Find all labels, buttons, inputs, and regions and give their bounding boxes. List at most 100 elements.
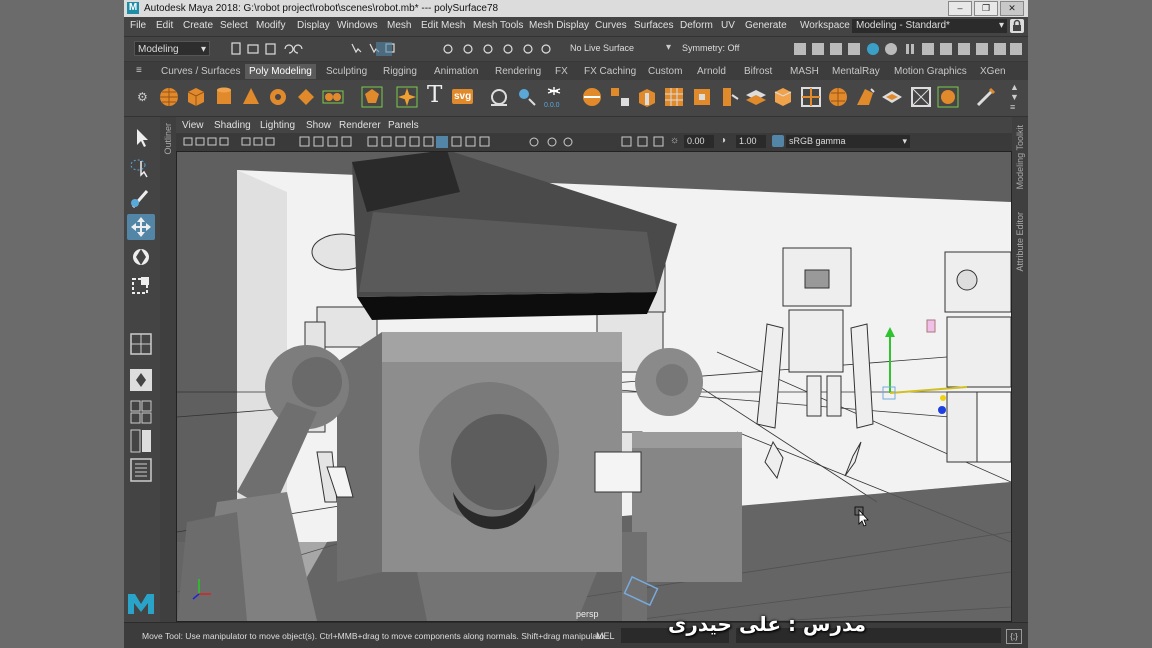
tab-custom[interactable]: Custom [648, 66, 682, 77]
minimize-button[interactable]: – [948, 1, 972, 16]
smooth-icon[interactable]: 0.0.0 [542, 85, 566, 109]
append-icon[interactable] [662, 85, 686, 109]
poly-cylinder-icon[interactable] [212, 85, 236, 109]
tab-xgen[interactable]: XGen [980, 66, 1006, 77]
panel-menu-panels[interactable]: Panels [388, 120, 419, 131]
tab-poly-modeling[interactable]: Poly Modeling [245, 64, 316, 79]
gear-icon[interactable]: ⚙ [137, 90, 148, 104]
menu-mesh[interactable]: Mesh [387, 20, 411, 31]
offset-edge-loop-icon[interactable] [771, 85, 795, 109]
tab-rendering[interactable]: Rendering [495, 66, 541, 77]
exposure-field[interactable]: 0.00 [684, 135, 714, 148]
merge-icon[interactable] [826, 85, 850, 109]
menu-select[interactable]: Select [220, 20, 248, 31]
select-tool-icon[interactable] [127, 125, 155, 151]
tab-arnold[interactable]: Arnold [697, 66, 726, 77]
tab-bifrost[interactable]: Bifrost [744, 66, 772, 77]
multi-cut-icon[interactable] [717, 85, 741, 109]
quad-draw-icon[interactable] [880, 85, 904, 109]
tab-mentalray[interactable]: MentalRay [832, 66, 880, 77]
tab-rigging[interactable]: Rigging [383, 66, 417, 77]
menu-edit[interactable]: Edit [156, 20, 173, 31]
tab-fx-caching[interactable]: FX Caching [584, 66, 636, 77]
four-view-layout-icon[interactable] [127, 399, 155, 425]
poly-cone-icon[interactable] [239, 85, 263, 109]
poly-plane-icon[interactable] [294, 85, 318, 109]
poly-torus-icon[interactable] [266, 85, 290, 109]
panel-menu-show[interactable]: Show [306, 120, 331, 131]
menu-uv[interactable]: UV [721, 20, 735, 31]
shelf-scroll-arrows-icon[interactable]: ▲ ▼ ≡ [1010, 82, 1019, 112]
fill-hole-icon[interactable] [690, 85, 714, 109]
poly-platonic-icon[interactable] [360, 85, 384, 109]
insert-edge-loop-icon[interactable] [744, 85, 768, 109]
live-surface-label[interactable]: No Live Surface [570, 43, 634, 53]
combine-icon[interactable] [487, 85, 511, 109]
close-button[interactable]: ✕ [1000, 1, 1024, 16]
outliner-strip[interactable]: Outliner [160, 117, 176, 622]
menu-mesh-tools[interactable]: Mesh Tools [473, 20, 523, 31]
menu-curves[interactable]: Curves [595, 20, 627, 31]
bevel-icon[interactable] [635, 85, 659, 109]
scale-tool-icon[interactable] [127, 273, 155, 299]
color-management-icon[interactable] [772, 135, 784, 147]
sculpt-brush-icon[interactable] [974, 85, 998, 109]
menu-display[interactable]: Display [297, 20, 330, 31]
maximize-button[interactable]: ❐ [974, 1, 998, 16]
target-weld-icon[interactable] [799, 85, 823, 109]
menu-surfaces[interactable]: Surfaces [634, 20, 673, 31]
crease-tool-icon[interactable] [909, 85, 933, 109]
tab-mash[interactable]: MASH [790, 66, 819, 77]
panel-menu-lighting[interactable]: Lighting [260, 120, 295, 131]
menu-file[interactable]: File [130, 20, 146, 31]
shelf-menu-icon[interactable]: ≡ [136, 65, 142, 76]
poly-disc-icon[interactable] [321, 85, 345, 109]
tab-fx[interactable]: FX [555, 66, 568, 77]
bridge-icon[interactable] [608, 85, 632, 109]
menu-edit-mesh[interactable]: Edit Mesh [421, 20, 465, 31]
lasso-tool-icon[interactable] [127, 155, 155, 181]
script-editor-icon[interactable]: {;} [1006, 629, 1022, 644]
tab-motion-graphics[interactable]: Motion Graphics [894, 66, 967, 77]
panel-toolbar-icons[interactable] [182, 135, 666, 149]
symmetry-label[interactable]: Symmetry: Off [682, 43, 739, 53]
3d-viewport[interactable]: persp [176, 151, 1012, 622]
side-by-side-layout-icon[interactable] [127, 428, 155, 454]
poly-cube-icon[interactable] [184, 85, 208, 109]
tab-animation[interactable]: Animation [434, 66, 478, 77]
workspace-dropdown[interactable]: Modeling - Standard* ▾ [852, 19, 1007, 33]
separate-icon[interactable] [515, 85, 539, 109]
outliner-layout-icon[interactable] [127, 457, 155, 483]
color-space-dropdown[interactable]: sRGB gamma ▾ [786, 135, 910, 148]
single-perspective-layout-icon[interactable] [127, 331, 155, 357]
tab-curves-surfaces[interactable]: Curves / Surfaces [161, 66, 240, 77]
super-shape-icon[interactable] [395, 85, 419, 109]
extrude-icon[interactable] [580, 85, 604, 109]
move-tool-button[interactable] [127, 214, 155, 240]
lock-icon[interactable] [1010, 19, 1024, 33]
menu-generate[interactable]: Generate [745, 20, 787, 31]
attribute-editor-tab[interactable]: Attribute Editor [1015, 212, 1025, 272]
text-tool-icon[interactable]: T [427, 82, 442, 108]
rotate-tool-icon[interactable] [127, 244, 155, 270]
mirror-icon[interactable] [853, 85, 877, 109]
menu-create[interactable]: Create [183, 20, 213, 31]
mel-label[interactable]: MEL [596, 631, 615, 641]
tab-sculpting[interactable]: Sculpting [326, 66, 367, 77]
paint-select-tool-icon[interactable] [127, 185, 155, 211]
panel-menu-view[interactable]: View [182, 120, 204, 131]
modeling-toolkit-tab[interactable]: Modeling Toolkit [1015, 125, 1025, 189]
gamma-field[interactable]: 1.00 [736, 135, 766, 148]
panel-menu-shading[interactable]: Shading [214, 120, 251, 131]
menu-modify[interactable]: Modify [256, 20, 285, 31]
menu-deform[interactable]: Deform [680, 20, 713, 31]
poly-sphere-icon[interactable] [157, 85, 181, 109]
menu-mesh-display[interactable]: Mesh Display [529, 20, 589, 31]
quick-layout-icon[interactable] [127, 367, 155, 393]
menu-set-dropdown[interactable]: Modeling ▾ [134, 41, 210, 56]
uv-editor-icon[interactable] [936, 85, 960, 109]
render-tools-icons[interactable] [792, 41, 1024, 57]
svg-tool-icon[interactable]: svg [452, 89, 474, 104]
panel-menu-renderer[interactable]: Renderer [339, 120, 381, 131]
menu-windows[interactable]: Windows [337, 20, 378, 31]
